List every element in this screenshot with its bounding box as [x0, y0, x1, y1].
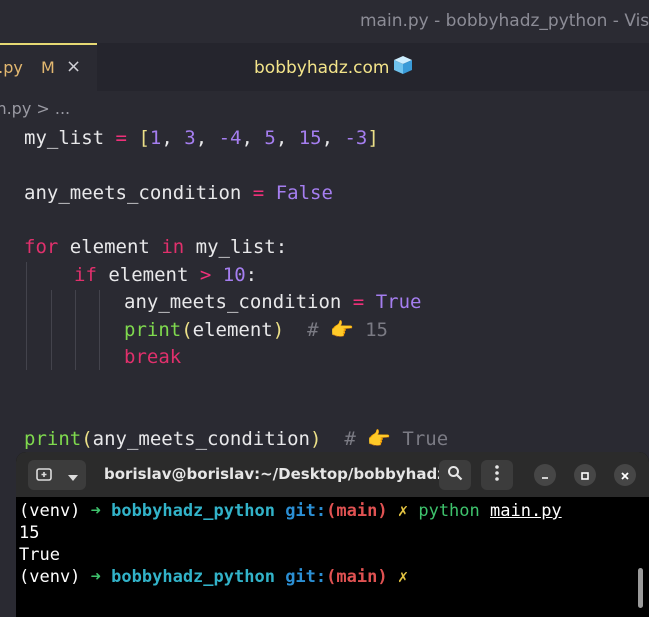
indent-guide: [75, 290, 76, 370]
search-button[interactable]: [439, 460, 471, 490]
code-line-7: break: [124, 346, 182, 368]
site-banner: bobbyhadz.com: [254, 54, 414, 81]
maximize-icon: [580, 466, 590, 485]
tab-label: n.py: [0, 58, 23, 77]
title-bar: main.py - bobbyhadz_python - Visu: [0, 0, 649, 43]
window-title: main.py - bobbyhadz_python - Visu: [360, 11, 649, 31]
indent-guide: [26, 262, 27, 370]
banner-text: bobbyhadz.com: [254, 58, 390, 78]
maximize-button[interactable]: [574, 464, 596, 486]
pointing-hand-icon: 👉: [367, 428, 391, 450]
pointing-hand-icon: 👉: [329, 319, 354, 341]
terminal-window[interactable]: borislav@borislav:~/Desktop/bobbyhadz_..…: [16, 452, 649, 617]
code-line-6: print(element) # 👉 15: [124, 319, 388, 341]
close-icon[interactable]: ×: [66, 56, 81, 77]
terminal-header: borislav@borislav:~/Desktop/bobbyhadz_..…: [16, 452, 649, 497]
code-line-2: any_meets_condition = False: [24, 182, 333, 204]
minimize-button[interactable]: [534, 464, 556, 486]
kebab-menu-icon: [495, 465, 499, 485]
close-window-button[interactable]: [614, 464, 636, 486]
tab-main-py[interactable]: n.py M ×: [0, 43, 97, 91]
minimize-icon: [540, 466, 550, 485]
terminal-title: borislav@borislav:~/Desktop/bobbyhadz_..…: [104, 465, 471, 483]
modified-indicator: M: [41, 58, 55, 77]
indent-guide: [99, 290, 100, 370]
chevron-down-icon: [68, 466, 78, 485]
new-tab-button[interactable]: [28, 460, 86, 490]
terminal-output-line: 15: [19, 523, 40, 543]
breadcrumb[interactable]: in.py > ...: [0, 99, 70, 118]
close-icon: [620, 466, 630, 485]
tab-bar: n.py M × bobbyhadz.com: [0, 43, 649, 91]
scrollbar[interactable]: [638, 568, 643, 608]
code-line-8: print(any_meets_condition) # 👉 True: [24, 428, 449, 450]
indent-guide: [51, 290, 52, 370]
terminal-line-prompt: (venv) ➜ bobbyhadz_python git:(main) ✗: [19, 567, 409, 587]
code-line-4: if element > 10:: [74, 264, 258, 286]
ice-cube-icon: [392, 54, 414, 81]
menu-button[interactable]: [481, 460, 513, 490]
search-icon: [447, 465, 463, 485]
code-line-3: for element in my_list:: [24, 236, 288, 258]
terminal-output-line: True: [19, 545, 60, 565]
new-terminal-icon: [36, 466, 52, 485]
terminal-line-command: (venv) ➜ bobbyhadz_python git:(main) ✗ p…: [19, 501, 562, 521]
code-line-5: any_meets_condition = True: [124, 291, 422, 313]
code-line-1: my_list = [1, 3, -4, 5, 15, -3]: [24, 127, 379, 149]
